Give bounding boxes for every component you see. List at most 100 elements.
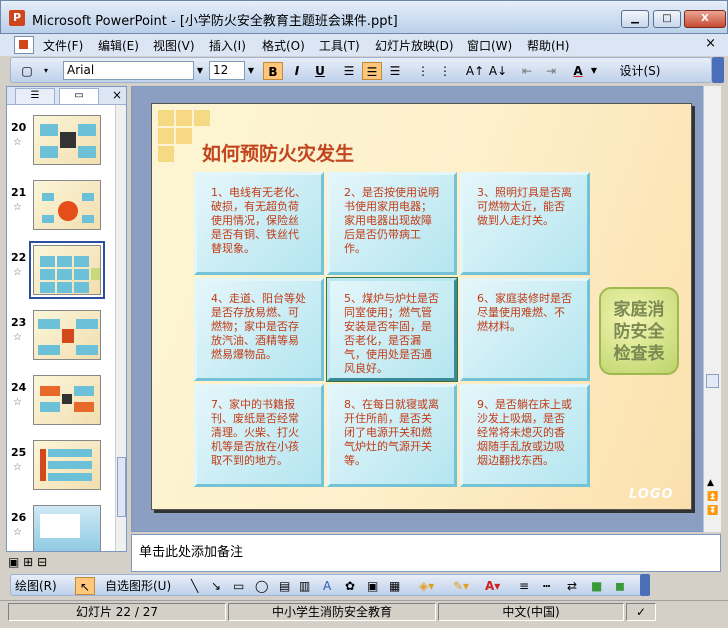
slide-thumb-26[interactable]: 26 ☆ [7, 505, 115, 551]
fire-safety-checklist-label[interactable]: 家庭消防安全检查表 [599, 287, 679, 375]
checklist-cell-9[interactable]: 9、是否躺在床上或沙发上吸烟，是否经常将未熄灭的香烟随手乱放或边吸烟边翻找东西。 [460, 384, 590, 487]
slide-scrollbar[interactable]: ▲ ⏫ ⏬ [703, 86, 721, 532]
slide-thumbnail[interactable] [33, 115, 101, 165]
picture-icon[interactable]: ▦ [389, 577, 400, 595]
menu-view[interactable]: 视图(V) [153, 37, 195, 54]
checklist-cell-6[interactable]: 6、家庭装修时是否尽量使用难燃、不燃材料。 [460, 278, 590, 381]
menu-edit[interactable]: 编辑(E) [98, 37, 139, 54]
next-slide-icon[interactable]: ⏬ [707, 506, 718, 516]
autoshapes-menu-button[interactable]: 自选图形(U) [105, 577, 171, 595]
scroll-up-icon[interactable]: ▲ [707, 478, 714, 488]
underline-button[interactable]: U [310, 62, 330, 80]
checklist-cell-3[interactable]: 3、照明灯具是否离可燃物太近，能否做到人走灯关。 [460, 172, 590, 275]
maximize-button[interactable]: □ [653, 10, 681, 28]
font-size-field[interactable]: 12 [209, 61, 245, 80]
spelling-check-icon[interactable]: ✓ [626, 603, 656, 621]
slides-pane-scrollbar[interactable] [115, 105, 126, 551]
slide-thumb-23[interactable]: 23 ☆ [7, 310, 115, 370]
slide-thumbnail[interactable] [33, 375, 101, 425]
menu-format[interactable]: 格式(O) [262, 37, 305, 54]
current-slide[interactable]: 如何预防火灾发生 1、电线有无老化、破损，有无超负荷使用情况，保险丝是否有铜、铁… [151, 103, 692, 510]
arrow-style-icon[interactable]: ⇄ [567, 577, 577, 595]
document-close-icon[interactable]: × [705, 36, 716, 51]
checklist-cell-5[interactable]: 5、煤炉与炉灶是否同室使用；燃气管安装是否牢固，是否老化，是否漏气，使用处是否通… [326, 277, 458, 382]
font-name-dropdown-icon[interactable]: ▼ [194, 61, 206, 80]
align-left-icon[interactable]: ☰ [339, 62, 359, 80]
line-tool-icon[interactable]: ╲ [191, 577, 198, 595]
minimize-button[interactable]: ▁ [621, 10, 649, 28]
oval-tool-icon[interactable]: ◯ [255, 577, 268, 595]
3d-style-icon[interactable]: ◼ [615, 577, 625, 595]
textbox-tool-icon[interactable]: ▤ [279, 577, 290, 595]
new-document-icon[interactable]: ▢ [17, 62, 37, 80]
bullet-list-icon[interactable]: ⋮ [435, 62, 455, 80]
slideshow-view-icon[interactable]: ⊟ [37, 555, 47, 569]
draw-font-color-icon[interactable]: A▾ [485, 577, 500, 595]
slide-title[interactable]: 如何预防火灾发生 [202, 139, 354, 166]
arrow-tool-icon[interactable]: ↘ [211, 577, 221, 595]
font-name-field[interactable]: Arial [63, 61, 194, 80]
slide-thumbnail[interactable] [33, 505, 101, 551]
slide-sorter-view-icon[interactable]: ⊞ [23, 555, 33, 569]
close-button[interactable]: X [684, 10, 726, 28]
line-style-icon[interactable]: ≡ [519, 577, 529, 595]
numbered-list-icon[interactable]: ⋮ [413, 62, 433, 80]
dash-style-icon[interactable]: ┅ [543, 577, 550, 595]
vertical-textbox-icon[interactable]: ▥ [299, 577, 310, 595]
slide-thumbnail-selected[interactable] [29, 241, 105, 299]
slide-thumbnail[interactable] [33, 180, 101, 230]
clipart-icon[interactable]: ▣ [367, 577, 378, 595]
align-center-icon[interactable]: ☰ [362, 62, 382, 80]
slide-thumbnail[interactable] [33, 310, 101, 360]
menu-file[interactable]: 文件(F) [43, 37, 83, 54]
increase-font-icon[interactable]: A↑ [465, 62, 485, 80]
menu-slideshow[interactable]: 幻灯片放映(D) [375, 37, 454, 54]
slide-thumb-21[interactable]: 21 ☆ [7, 180, 115, 240]
italic-button[interactable]: I [287, 62, 307, 80]
pane-close-icon[interactable]: × [112, 88, 122, 102]
draw-menu-button[interactable]: 绘图(R) [15, 577, 57, 595]
slide-thumb-24[interactable]: 24 ☆ [7, 375, 115, 435]
notes-pane[interactable]: 单击此处添加备注 [131, 534, 721, 572]
increase-indent-icon[interactable]: ⇥ [541, 62, 561, 80]
menu-window[interactable]: 窗口(W) [467, 37, 512, 54]
wordart-icon[interactable]: A [323, 577, 331, 595]
notes-placeholder[interactable]: 单击此处添加备注 [139, 541, 243, 560]
font-size-dropdown-icon[interactable]: ▼ [245, 61, 257, 80]
menu-tools[interactable]: 工具(T) [319, 37, 360, 54]
normal-view-icon[interactable]: ▣ [8, 555, 19, 569]
select-objects-icon[interactable]: ↖ [75, 577, 95, 595]
slide-thumb-22[interactable]: 22 ☆ [7, 241, 115, 305]
document-icon[interactable] [14, 36, 34, 54]
scrollbar-thumb[interactable] [706, 374, 719, 388]
font-color-dropdown-icon[interactable]: ▼ [589, 62, 599, 80]
decrease-font-icon[interactable]: A↓ [488, 62, 508, 80]
previous-slide-icon[interactable]: ⏫ [707, 492, 718, 502]
checklist-cell-4[interactable]: 4、走道、阳台等处是否存放易燃、可燃物；家中是否存放汽油、酒精等易燃易爆物品。 [194, 278, 324, 381]
slide-thumbnail[interactable] [33, 440, 101, 490]
slide-thumb-20[interactable]: 20 ☆ [7, 115, 115, 175]
slide-thumb-25[interactable]: 25 ☆ [7, 440, 115, 500]
line-color-icon[interactable]: ✎▾ [453, 577, 469, 595]
checklist-cell-1[interactable]: 1、电线有无老化、破损，有无超负荷使用情况，保险丝是否有铜、铁丝代替现象。 [194, 172, 324, 275]
rectangle-tool-icon[interactable]: ▭ [233, 577, 244, 595]
menu-help[interactable]: 帮助(H) [527, 37, 569, 54]
checklist-cell-7[interactable]: 7、家中的书籍报刊、废纸是否经常清理。火柴、打火机等是否放在小孩取不到的地方。 [194, 384, 324, 487]
toolbar-overflow-icon[interactable] [712, 57, 724, 83]
align-right-icon[interactable]: ☰ [385, 62, 405, 80]
fill-color-icon[interactable]: ◈▾ [419, 577, 434, 595]
drawing-toolbar-overflow-icon[interactable] [640, 574, 650, 596]
scrollbar-thumb[interactable] [117, 457, 126, 517]
checklist-cell-8[interactable]: 8、在每日就寝或离开住所前，是否关闭了电源开关和燃气炉灶的气源开关等。 [327, 384, 457, 487]
tab-slides[interactable]: ▭ [59, 88, 99, 104]
shadow-style-icon[interactable]: ■ [591, 577, 602, 595]
menu-insert[interactable]: 插入(I) [209, 37, 246, 54]
decrease-indent-icon[interactable]: ⇤ [517, 62, 537, 80]
toolbar-options-icon[interactable]: ▾ [41, 62, 51, 80]
powerpoint-app-icon[interactable]: P [9, 10, 25, 26]
diagram-icon[interactable]: ✿ [345, 577, 355, 595]
tab-outline[interactable]: ☰ [15, 88, 55, 104]
checklist-cell-2[interactable]: 2、是否按使用说明书使用家用电器；家用电器出现故障后是否仍带病工作。 [327, 172, 457, 275]
design-button[interactable]: 设计(S) [609, 62, 671, 80]
font-color-button[interactable]: A [569, 62, 587, 80]
